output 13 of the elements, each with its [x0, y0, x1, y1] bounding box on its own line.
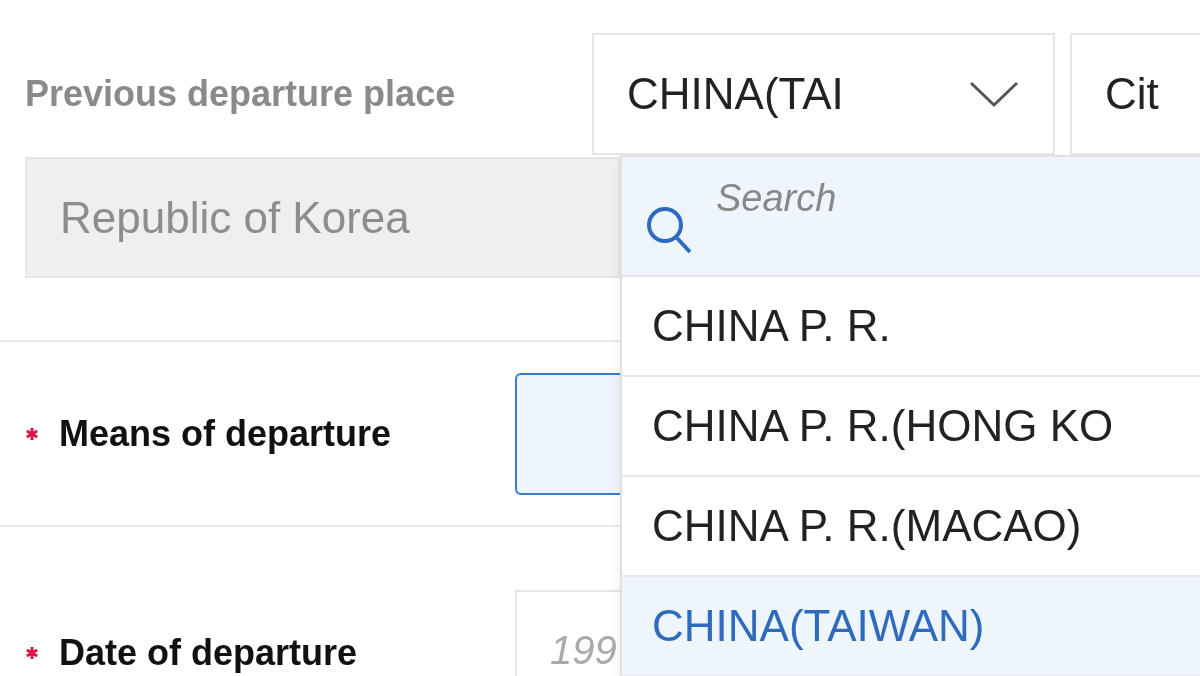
field-label: Date of departure: [59, 631, 358, 675]
field-label: Means of departure: [59, 411, 392, 456]
dropdown-option[interactable]: CHINA P. R.(MACAO): [622, 477, 1200, 577]
chevron-down-icon: [968, 79, 1020, 109]
dropdown-option[interactable]: CHINA P. R.(HONG KO: [622, 377, 1200, 477]
dropdown-option[interactable]: CHINA P. R.: [622, 277, 1200, 377]
means-field[interactable]: [515, 372, 620, 495]
country-select[interactable]: CHINA(TAI: [592, 33, 1055, 155]
search-icon: [644, 204, 694, 256]
date-field[interactable]: 199: [515, 590, 620, 676]
field-label: Previous departure place: [24, 72, 457, 116]
dropdown-option[interactable]: CHINA(TAIWAN): [622, 577, 1200, 676]
search-field[interactable]: Search: [622, 157, 1200, 275]
